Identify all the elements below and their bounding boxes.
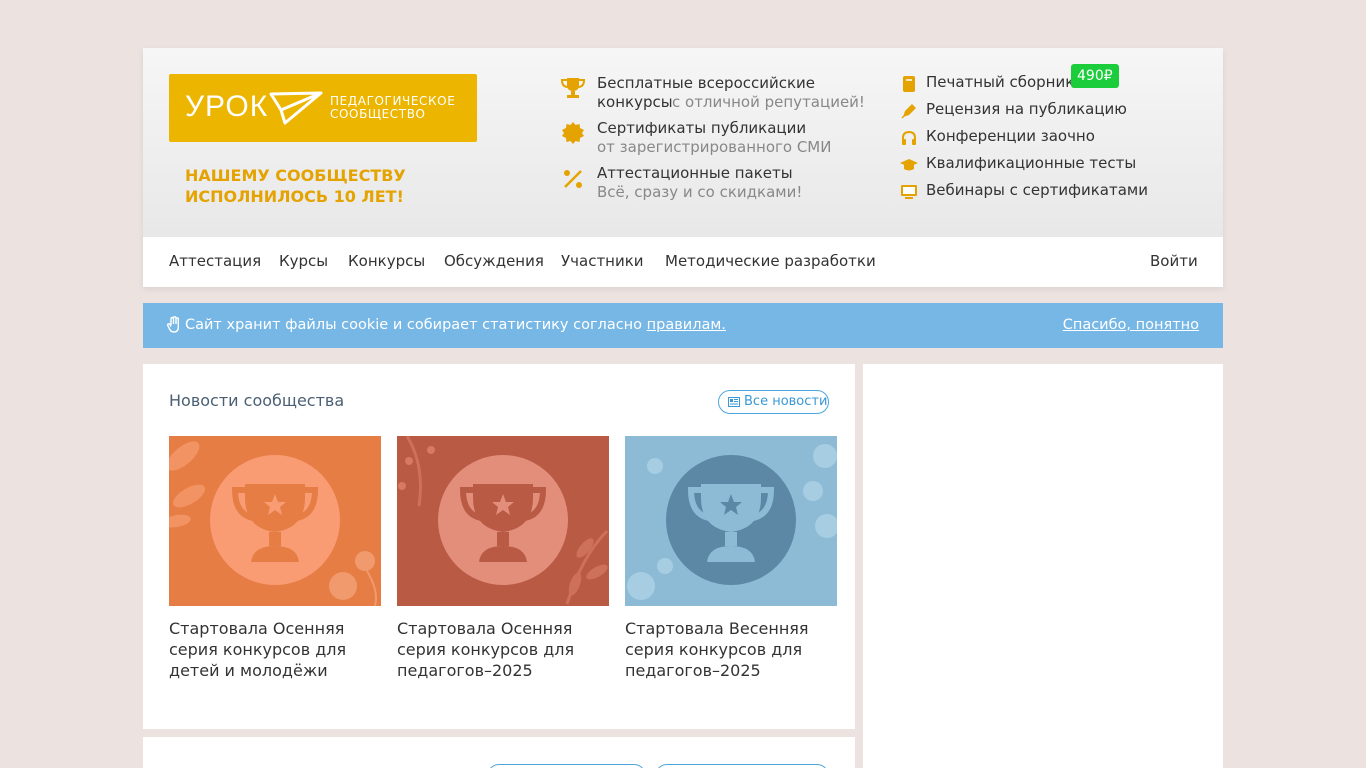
cookie-banner: Сайт хранит файлы cookie и собирает стат… xyxy=(143,303,1223,348)
feature-subtitle: Всё, сразу и со скидками! xyxy=(597,183,803,201)
trophy-icon xyxy=(560,78,586,98)
news-panel: Новости сообщества Все новости Стартовал… xyxy=(143,364,855,729)
seal-icon xyxy=(562,122,584,144)
headphones-icon xyxy=(902,130,916,145)
logo-subtitle: ПЕДАГОГИЧЕСКОЕ СООБЩЕСТВО xyxy=(330,94,456,121)
news-card-title[interactable]: Стартовала Весенняя серия конкурсов для … xyxy=(625,618,837,681)
news-card[interactable]: Стартовала Осенняя серия конкурсов для п… xyxy=(397,436,609,681)
news-heading: Новости сообщества xyxy=(169,391,345,410)
feature-title: Бесплатные всероссийские xyxy=(597,74,816,92)
trophy-image[interactable] xyxy=(625,436,837,606)
site-header: УРОК ПЕДАГОГИЧЕСКОЕ СООБЩЕСТВО НАШЕМУ СО… xyxy=(143,48,1223,287)
nav-item-methodical[interactable]: Методические разработки xyxy=(665,252,876,270)
filter-pill[interactable] xyxy=(655,764,829,768)
all-news-label: Все новости xyxy=(744,394,828,409)
hand-icon xyxy=(166,316,179,333)
paper-plane-icon xyxy=(269,91,323,125)
trophy-image[interactable] xyxy=(397,436,609,606)
all-news-button[interactable]: Все новости xyxy=(718,390,829,414)
side-link-label: Квалификационные тесты xyxy=(926,154,1137,172)
monitor-icon xyxy=(901,185,917,199)
nav-item-attestation[interactable]: Аттестация xyxy=(169,252,261,270)
pen-icon xyxy=(901,104,916,119)
feature-title: Сертификаты публикации xyxy=(597,119,807,137)
feature-subtitle: от зарегистрированного СМИ xyxy=(597,138,832,156)
main-nav: Аттестация Курсы Конкурсы Обсуждения Уча… xyxy=(143,237,1223,287)
news-card-title[interactable]: Стартовала Осенняя серия конкурсов для д… xyxy=(169,618,381,681)
price-badge: 490₽ xyxy=(1071,64,1119,88)
site-logo[interactable]: УРОК ПЕДАГОГИЧЕСКОЕ СООБЩЕСТВО xyxy=(169,74,477,142)
nav-item-discussions[interactable]: Обсуждения xyxy=(444,252,544,270)
feature-subtitle: с отличной репутацией! xyxy=(672,93,865,111)
header-banner: УРОК ПЕДАГОГИЧЕСКОЕ СООБЩЕСТВО НАШЕМУ СО… xyxy=(143,48,1223,237)
logo-word: УРОК xyxy=(185,90,269,123)
login-link[interactable]: Войти xyxy=(1150,252,1198,270)
next-panel xyxy=(143,737,855,768)
book-icon xyxy=(903,76,915,92)
feature-title-2: конкурсы xyxy=(597,93,673,111)
nav-item-participants[interactable]: Участники xyxy=(561,252,644,270)
nav-item-contests[interactable]: Конкурсы xyxy=(348,252,425,270)
filter-pill[interactable] xyxy=(487,764,646,768)
anniversary-text: НАШЕМУ СООБЩЕСТВУ ИСПОЛНИЛОСЬ 10 ЛЕТ! xyxy=(185,166,406,206)
percent-icon xyxy=(564,170,582,188)
nav-item-courses[interactable]: Курсы xyxy=(279,252,328,270)
graduation-cap-icon xyxy=(900,159,918,171)
cookie-rules-link[interactable]: правилам. xyxy=(647,317,726,333)
right-sidebar xyxy=(863,364,1223,768)
trophy-image[interactable] xyxy=(169,436,381,606)
newspaper-icon xyxy=(728,397,740,407)
side-link-label: Печатный сборник xyxy=(926,73,1075,91)
news-card-title[interactable]: Стартовала Осенняя серия конкурсов для п… xyxy=(397,618,609,681)
news-card[interactable]: Стартовала Весенняя серия конкурсов для … xyxy=(625,436,837,681)
side-link-label: Рецензия на публикацию xyxy=(926,100,1127,118)
cookie-text: Сайт хранит файлы cookie и собирает стат… xyxy=(185,317,726,333)
cookie-accept-link[interactable]: Спасибо, понятно xyxy=(1063,317,1199,333)
feature-title: Аттестационные пакеты xyxy=(597,164,793,182)
side-link-label: Конференции заочно xyxy=(926,127,1095,145)
side-link-label: Вебинары с сертификатами xyxy=(926,181,1148,199)
news-card[interactable]: Стартовала Осенняя серия конкурсов для д… xyxy=(169,436,381,681)
